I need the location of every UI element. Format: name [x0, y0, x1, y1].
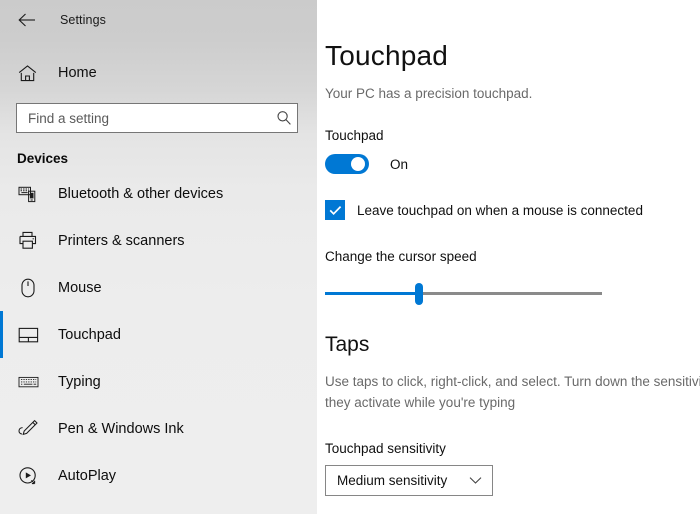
selection-accent-bar — [0, 311, 3, 358]
sidebar-item-touchpad-label: Touchpad — [58, 326, 121, 343]
search-input[interactable] — [17, 110, 271, 126]
toggle-knob — [351, 157, 365, 171]
touchpad-icon — [17, 324, 39, 346]
sidebar-item-bluetooth[interactable]: Bluetooth & other devices — [0, 170, 317, 217]
chevron-down-icon — [467, 472, 483, 488]
touchpad-sensitivity-dropdown[interactable]: Medium sensitivity — [325, 464, 493, 496]
touchpad-section-label: Touchpad — [325, 128, 384, 143]
taps-heading: Taps — [325, 333, 370, 356]
leave-touchpad-on-checkbox[interactable] — [325, 200, 345, 220]
sidebar: Settings Home Devices — [0, 0, 317, 514]
settings-window: Settings Home Devices — [0, 0, 700, 514]
sidebar-item-touchpad[interactable]: Touchpad — [0, 311, 317, 358]
touchpad-toggle[interactable] — [325, 154, 369, 174]
taps-description: Use taps to click, right-click, and sele… — [325, 374, 700, 410]
home-icon — [17, 63, 37, 83]
search-icon[interactable] — [271, 105, 297, 131]
selection-accent-bar — [0, 217, 3, 264]
sidebar-item-typing-label: Typing — [58, 373, 101, 390]
sidebar-item-autoplay[interactable]: AutoPlay — [0, 452, 317, 499]
sidebar-item-home[interactable]: Home — [0, 56, 317, 90]
sidebar-item-pen[interactable]: Pen & Windows Ink — [0, 405, 317, 452]
sidebar-group-title: Devices — [17, 151, 69, 166]
sidebar-header: Settings — [0, 0, 317, 40]
content-pane: Touchpad Your PC has a precision touchpa… — [317, 0, 700, 514]
keyboard-icon — [17, 371, 39, 393]
touchpad-toggle-row: On — [325, 154, 700, 174]
sidebar-item-bluetooth-label: Bluetooth & other devices — [58, 185, 224, 202]
page-title: Touchpad — [325, 40, 449, 71]
touchpad-toggle-state: On — [390, 156, 409, 172]
touchpad-sensitivity-value: Medium sensitivity — [337, 472, 448, 488]
leave-touchpad-on-label: Leave touchpad on when a mouse is connec… — [357, 202, 643, 218]
selection-accent-bar — [0, 264, 3, 311]
window-title: Settings — [60, 13, 106, 27]
autoplay-icon — [17, 465, 39, 487]
cursor-speed-label: Change the cursor speed — [325, 249, 477, 264]
slider-fill — [325, 292, 420, 295]
devices-icon — [17, 183, 39, 205]
back-arrow-icon[interactable] — [16, 9, 38, 31]
sidebar-item-printers-label: Printers & scanners — [58, 232, 185, 249]
selection-accent-bar — [0, 452, 3, 499]
sidebar-item-home-label: Home — [58, 65, 97, 81]
leave-touchpad-on-row: Leave touchpad on when a mouse is connec… — [325, 200, 700, 220]
cursor-speed-block: Change the cursor speed — [325, 249, 700, 305]
sidebar-item-typing[interactable]: Typing — [0, 358, 317, 405]
page-subtitle: Your PC has a precision touchpad. — [325, 86, 533, 101]
slider-thumb[interactable] — [415, 283, 424, 305]
touchpad-sensitivity-label: Touchpad sensitivity — [325, 440, 446, 456]
search-box[interactable] — [16, 103, 298, 133]
sidebar-item-autoplay-label: AutoPlay — [58, 467, 117, 484]
sidebar-item-printers[interactable]: Printers & scanners — [0, 217, 317, 264]
selection-accent-bar — [0, 405, 3, 452]
checkmark-icon — [329, 205, 341, 215]
sidebar-item-pen-label: Pen & Windows Ink — [58, 420, 184, 437]
mouse-icon — [17, 277, 39, 299]
sidebar-item-mouse[interactable]: Mouse — [0, 264, 317, 311]
selection-accent-bar — [0, 358, 3, 405]
sidebar-item-mouse-label: Mouse — [58, 279, 102, 296]
selection-accent-bar — [0, 170, 3, 217]
pen-icon — [17, 418, 39, 440]
cursor-speed-slider[interactable] — [325, 283, 602, 305]
printer-icon — [17, 230, 39, 252]
